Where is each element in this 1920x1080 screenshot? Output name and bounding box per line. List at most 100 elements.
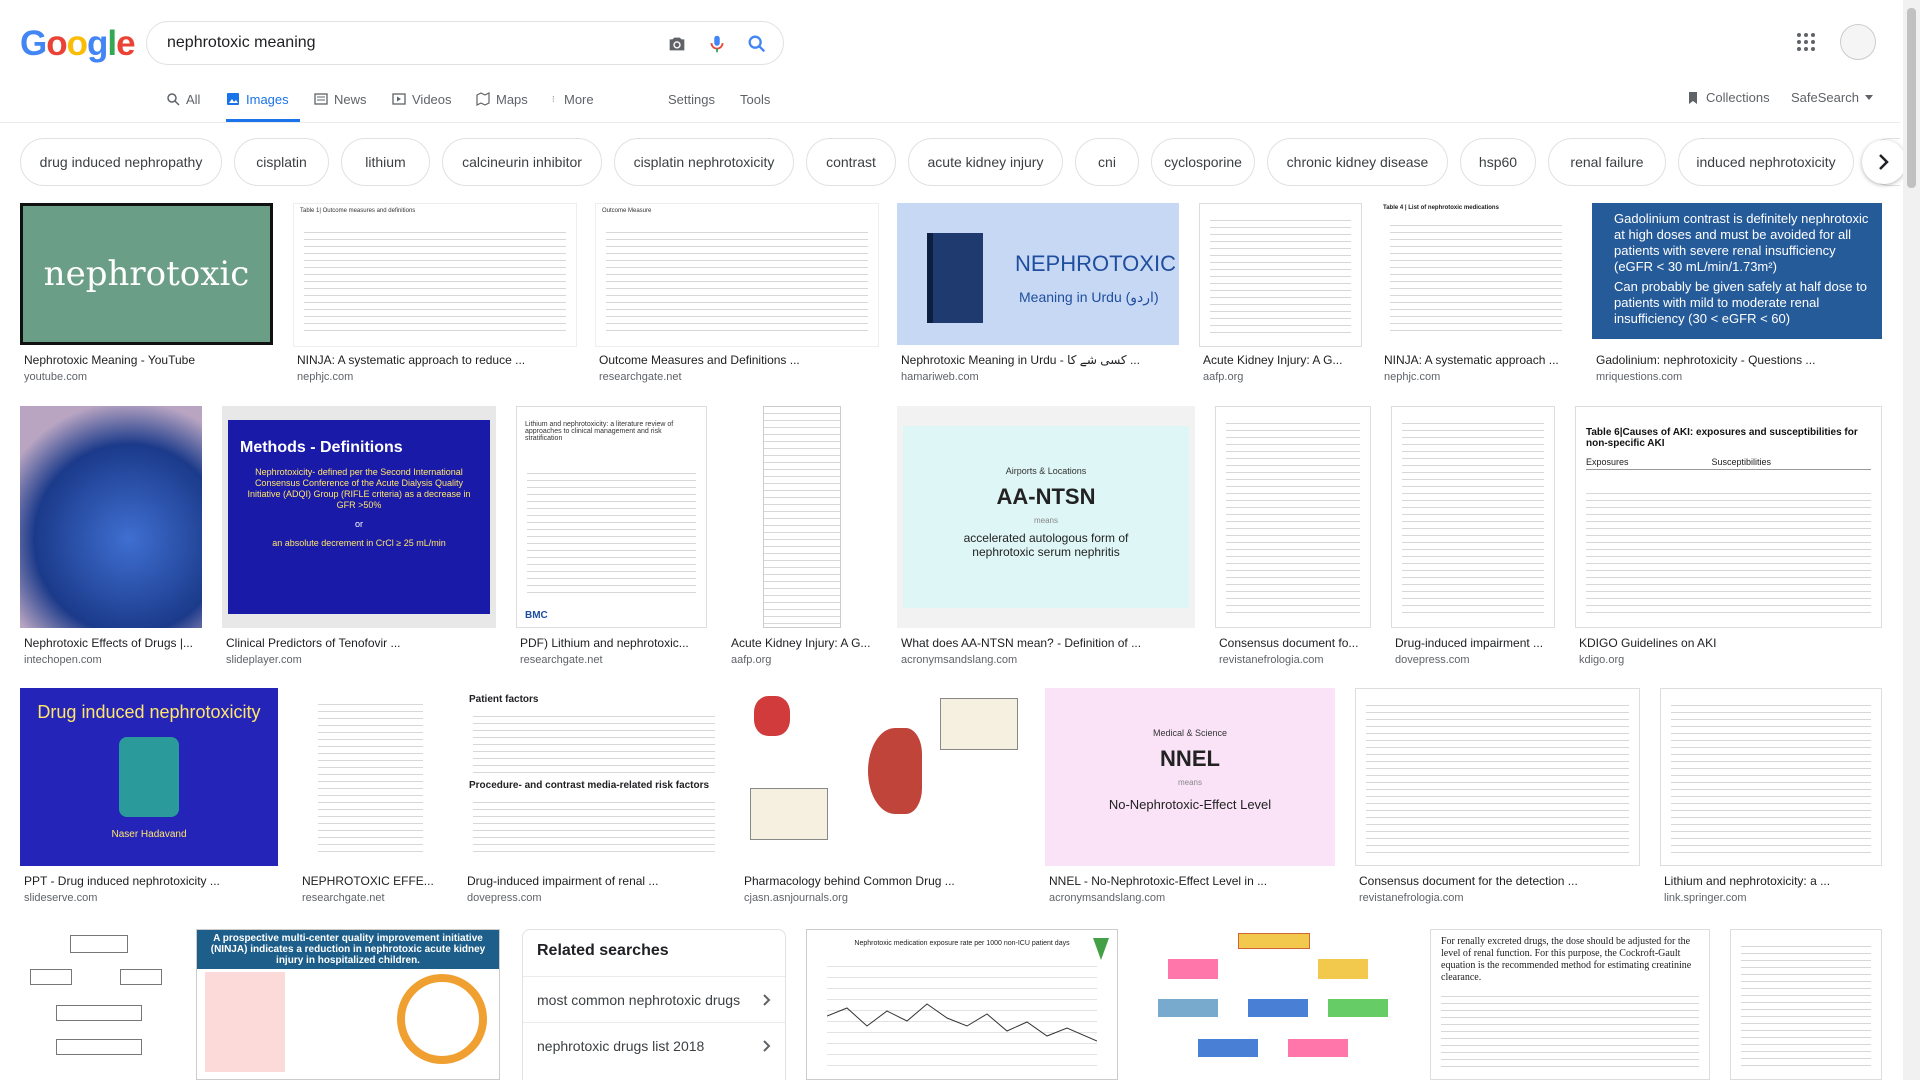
chip[interactable]: cni bbox=[1075, 138, 1139, 186]
result-thumbnail[interactable]: Patient factors Procedure- and contrast … bbox=[463, 688, 725, 866]
result-site[interactable]: link.springer.com bbox=[1664, 892, 1747, 904]
image-result[interactable]: Drug induced nephrotoxicity Naser Hadava… bbox=[20, 688, 278, 906]
safesearch-menu[interactable]: SafeSearch bbox=[1791, 90, 1873, 105]
result-title[interactable]: NNEL - No-Nephrotoxic-Effect Level in ..… bbox=[1049, 874, 1337, 888]
result-site[interactable]: nephjc.com bbox=[297, 371, 353, 383]
google-logo[interactable]: Google bbox=[20, 24, 136, 64]
result-site[interactable]: intechopen.com bbox=[24, 654, 102, 666]
result-site[interactable]: dovepress.com bbox=[1395, 654, 1470, 666]
result-site[interactable]: researchgate.net bbox=[302, 892, 385, 904]
chip[interactable]: induced nephrotoxicity bbox=[1678, 138, 1854, 186]
image-result[interactable]: Methods - Definitions Nephrotoxicity- de… bbox=[222, 406, 496, 668]
chip[interactable]: cyclosporine bbox=[1151, 138, 1255, 186]
chip[interactable]: renal failure bbox=[1548, 138, 1666, 186]
image-result[interactable]: Nephrotoxic Effects of Drugs |... intech… bbox=[20, 406, 202, 668]
apps-grid-icon[interactable] bbox=[1796, 32, 1816, 52]
result-thumbnail[interactable] bbox=[740, 688, 1025, 866]
tab-news[interactable]: News bbox=[314, 88, 367, 122]
image-result[interactable]: Nephrotoxic medication exposure rate per… bbox=[806, 929, 1118, 1080]
settings-link[interactable]: Settings bbox=[668, 88, 715, 122]
image-result[interactable]: Acute Kidney Injury: A G... aafp.org bbox=[1199, 203, 1362, 383]
search-box[interactable]: nephrotoxic meaning bbox=[146, 21, 784, 65]
related-search-item[interactable]: most common nephrotoxic drugs bbox=[523, 976, 785, 1022]
image-result[interactable]: Consensus document fo... revistanefrolog… bbox=[1215, 406, 1371, 668]
search-input[interactable]: nephrotoxic meaning bbox=[167, 34, 316, 52]
chips-next-button[interactable] bbox=[1862, 140, 1906, 184]
image-result[interactable]: NEPHROTOXIC EFFE... researchgate.net bbox=[298, 688, 443, 906]
image-result[interactable]: NEPHROTOXIC Meaning in Urdu (اردو) Nephr… bbox=[897, 203, 1179, 383]
result-title[interactable]: Nephrotoxic Meaning in Urdu - کسی شے کا … bbox=[901, 353, 1181, 367]
image-result[interactable]: For renally excreted drugs, the dose sho… bbox=[1430, 929, 1710, 1080]
tab-more[interactable]: More bbox=[552, 88, 594, 122]
result-title[interactable]: PPT - Drug induced nephrotoxicity ... bbox=[24, 874, 280, 888]
result-site[interactable]: cjasn.asnjournals.org bbox=[744, 892, 848, 904]
image-result[interactable]: Table 1| Outcome measures and definition… bbox=[293, 203, 577, 383]
result-site[interactable]: acronymsandslang.com bbox=[1049, 892, 1165, 904]
tools-link[interactable]: Tools bbox=[740, 88, 770, 122]
scrollbar-thumb[interactable] bbox=[1907, 8, 1916, 188]
result-title[interactable]: KDIGO Guidelines on AKI bbox=[1579, 636, 1884, 650]
image-result[interactable]: Consensus document for the detection ...… bbox=[1355, 688, 1640, 906]
result-site[interactable]: acronymsandslang.com bbox=[901, 654, 1017, 666]
result-thumbnail[interactable] bbox=[20, 929, 172, 1080]
result-title[interactable]: NEPHROTOXIC EFFE... bbox=[302, 874, 445, 888]
result-title[interactable]: What does AA-NTSN mean? - Definition of … bbox=[901, 636, 1197, 650]
result-title[interactable]: Acute Kidney Injury: A G... bbox=[1203, 353, 1361, 367]
image-result[interactable]: A prospective multi-center quality impro… bbox=[196, 929, 500, 1080]
result-title[interactable]: Outcome Measures and Definitions ... bbox=[599, 353, 879, 367]
image-result[interactable]: Lithium and nephrotoxicity: a ... link.s… bbox=[1660, 688, 1882, 906]
chip[interactable]: chronic kidney disease bbox=[1267, 138, 1448, 186]
image-result[interactable]: Lithium and nephrotoxicity: a literature… bbox=[516, 406, 707, 668]
result-title[interactable]: Acute Kidney Injury: A G... bbox=[731, 636, 879, 650]
result-site[interactable]: revistanefrologia.com bbox=[1359, 892, 1464, 904]
image-result[interactable]: Table 6|Causes of AKI: exposures and sus… bbox=[1575, 406, 1882, 668]
result-thumbnail[interactable]: Outcome Measure bbox=[595, 203, 879, 347]
result-site[interactable]: researchgate.net bbox=[520, 654, 603, 666]
result-title[interactable]: Consensus document fo... bbox=[1219, 636, 1373, 650]
chip[interactable]: cisplatin nephrotoxicity bbox=[614, 138, 794, 186]
result-thumbnail[interactable] bbox=[1138, 929, 1408, 1080]
camera-icon[interactable] bbox=[666, 33, 688, 55]
image-result[interactable]: Medical & Science NNEL means No-Nephroto… bbox=[1045, 688, 1335, 906]
image-result[interactable] bbox=[1730, 929, 1882, 1080]
chip[interactable]: hsp60 bbox=[1460, 138, 1536, 186]
result-thumbnail[interactable]: A prospective multi-center quality impro… bbox=[196, 929, 500, 1080]
result-title[interactable]: PDF) Lithium and nephrotoxic... bbox=[520, 636, 709, 650]
image-result[interactable] bbox=[20, 929, 172, 1080]
result-thumbnail[interactable]: NEPHROTOXIC Meaning in Urdu (اردو) bbox=[897, 203, 1179, 345]
result-site[interactable]: mriquestions.com bbox=[1596, 371, 1682, 383]
image-result[interactable]: Drug-induced impairment ... dovepress.co… bbox=[1391, 406, 1555, 668]
image-result[interactable]: Table 4 | List of nephrotoxic medication… bbox=[1380, 203, 1572, 383]
result-title[interactable]: Nephrotoxic Meaning - YouTube bbox=[24, 353, 274, 367]
result-thumbnail[interactable] bbox=[1355, 688, 1640, 866]
result-thumbnail[interactable] bbox=[1730, 929, 1882, 1080]
result-title[interactable]: Lithium and nephrotoxicity: a ... bbox=[1664, 874, 1884, 888]
chip[interactable]: cisplatin bbox=[234, 138, 329, 186]
result-thumbnail[interactable]: nephrotoxic bbox=[20, 203, 273, 345]
result-title[interactable]: NINJA: A systematic approach ... bbox=[1384, 353, 1574, 367]
result-title[interactable]: Gadolinium: nephrotoxicity - Questions .… bbox=[1596, 353, 1884, 367]
result-site[interactable]: aafp.org bbox=[731, 654, 771, 666]
result-site[interactable]: aafp.org bbox=[1203, 371, 1243, 383]
result-thumbnail[interactable] bbox=[1199, 203, 1362, 347]
result-site[interactable]: slideserve.com bbox=[24, 892, 97, 904]
result-thumbnail[interactable] bbox=[298, 688, 443, 866]
chip[interactable]: contrast bbox=[806, 138, 896, 186]
image-result[interactable]: Pharmacology behind Common Drug ... cjas… bbox=[740, 688, 1025, 906]
result-thumbnail[interactable] bbox=[1215, 406, 1371, 628]
result-thumbnail[interactable] bbox=[1660, 688, 1882, 866]
tab-all[interactable]: All bbox=[166, 88, 200, 122]
search-icon[interactable] bbox=[746, 33, 768, 55]
image-result[interactable] bbox=[1138, 929, 1408, 1080]
result-title[interactable]: Nephrotoxic Effects of Drugs |... bbox=[24, 636, 204, 650]
result-thumbnail[interactable]: Methods - Definitions Nephrotoxicity- de… bbox=[222, 406, 496, 628]
image-result[interactable]: Patient factors Procedure- and contrast … bbox=[463, 688, 725, 906]
result-thumbnail[interactable] bbox=[20, 406, 202, 628]
collections-link[interactable]: Collections bbox=[1686, 90, 1770, 105]
result-title[interactable]: Drug-induced impairment ... bbox=[1395, 636, 1557, 650]
result-title[interactable]: Drug-induced impairment of renal ... bbox=[467, 874, 727, 888]
result-site[interactable]: researchgate.net bbox=[599, 371, 682, 383]
related-search-item[interactable]: nephrotoxic drugs list 2018 bbox=[523, 1022, 785, 1068]
mic-icon[interactable] bbox=[706, 33, 728, 55]
result-thumbnail[interactable]: Table 6|Causes of AKI: exposures and sus… bbox=[1575, 406, 1882, 628]
